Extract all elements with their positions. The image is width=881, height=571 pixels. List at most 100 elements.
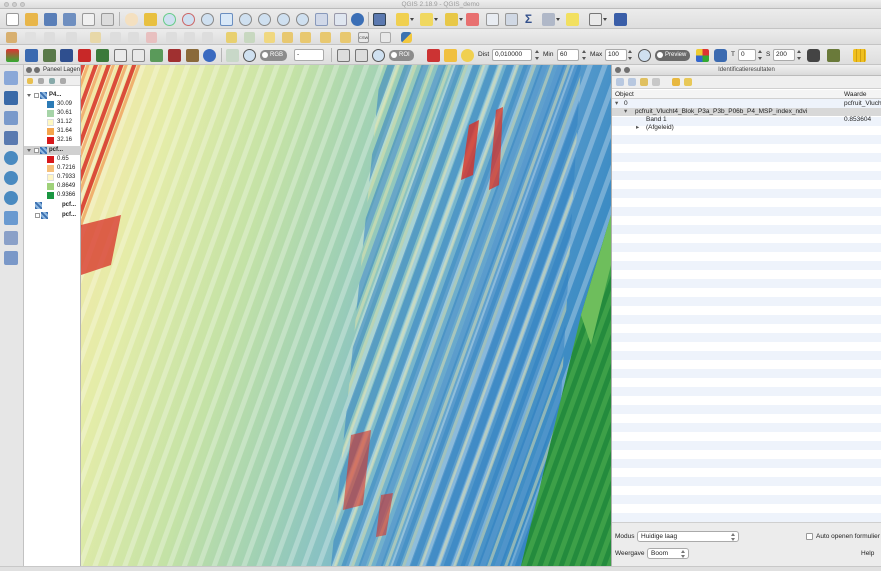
node-tool-icon[interactable] xyxy=(110,32,121,43)
pan-icon[interactable] xyxy=(125,13,138,26)
pan-to-selection-icon[interactable] xyxy=(144,13,157,26)
add-wms-icon[interactable] xyxy=(4,151,18,165)
undo-icon[interactable] xyxy=(202,32,213,43)
import-icon[interactable] xyxy=(60,49,73,62)
map-tips-icon[interactable] xyxy=(566,13,579,26)
max-field[interactable]: 100 xyxy=(605,49,627,61)
open-icon[interactable] xyxy=(25,13,38,26)
paste-features-icon[interactable] xyxy=(184,32,195,43)
new-layer-icon[interactable] xyxy=(4,251,18,265)
print-composer-icon[interactable] xyxy=(82,13,95,26)
roi-toggle[interactable]: ROI xyxy=(389,50,414,61)
preview-toggle[interactable]: Preview xyxy=(655,50,691,61)
text-annotation-icon[interactable] xyxy=(589,13,602,26)
settings-icon[interactable] xyxy=(43,49,56,62)
min-field[interactable]: 60 xyxy=(557,49,579,61)
expand-tree-icon[interactable] xyxy=(616,78,624,86)
deselect-all-icon[interactable] xyxy=(466,13,479,26)
zoom-selection-icon[interactable] xyxy=(220,13,233,26)
view-select[interactable]: Boom xyxy=(647,548,689,559)
layer-visibility-checkbox[interactable] xyxy=(35,213,40,218)
redo-icon[interactable] xyxy=(427,49,440,62)
roi-pointer-icon[interactable] xyxy=(355,49,368,62)
zoom-next-icon[interactable] xyxy=(296,13,309,26)
value-column-header[interactable]: Waarde xyxy=(844,90,867,99)
save-as-icon[interactable] xyxy=(63,13,76,26)
refresh-icon[interactable] xyxy=(351,13,364,26)
label-pin-icon[interactable] xyxy=(244,32,255,43)
dist-field[interactable]: 0,010000 xyxy=(492,49,532,61)
add-spatialite-icon[interactable] xyxy=(4,131,18,145)
zoom-full-icon[interactable] xyxy=(201,13,214,26)
cut-features-icon[interactable] xyxy=(146,32,157,43)
dist-stepper-icon[interactable] xyxy=(535,49,540,61)
new-shapefile-icon[interactable] xyxy=(4,231,18,245)
auto-open-form-checkbox[interactable] xyxy=(806,533,813,540)
add-postgis-icon[interactable] xyxy=(4,111,18,125)
t-field[interactable]: 0 xyxy=(738,49,756,61)
s-field[interactable]: 200 xyxy=(773,49,795,61)
csw-icon[interactable]: CSW xyxy=(358,32,369,43)
preview-zoom-icon[interactable] xyxy=(638,49,651,62)
clear-results-icon[interactable] xyxy=(652,78,660,86)
python-icon[interactable] xyxy=(401,32,412,43)
layer-style-icon[interactable] xyxy=(6,49,19,62)
roi-zoom-in-icon[interactable] xyxy=(372,49,385,62)
label-change-icon[interactable] xyxy=(320,32,331,43)
plot-icon[interactable] xyxy=(114,49,127,62)
color-icon[interactable] xyxy=(696,49,709,62)
edit-pencil-icon[interactable] xyxy=(6,32,17,43)
layer-style-panel-icon[interactable] xyxy=(27,78,33,84)
collapse-icon[interactable]: ▾ xyxy=(624,108,627,116)
min-stepper-icon[interactable] xyxy=(582,49,587,61)
magnet-icon[interactable] xyxy=(714,49,727,62)
result-row-band[interactable]: Band 1 0.853604 xyxy=(612,116,881,124)
save-icon[interactable] xyxy=(44,13,57,26)
add-wcs-icon[interactable] xyxy=(4,171,18,185)
export-icon[interactable] xyxy=(78,49,91,62)
label-move-icon[interactable] xyxy=(282,32,293,43)
layer-item[interactable]: pcf... xyxy=(24,211,81,220)
float-panel-icon[interactable] xyxy=(34,67,40,73)
copy-feature-icon[interactable] xyxy=(672,78,680,86)
select-by-value-icon[interactable] xyxy=(420,13,433,26)
close-panel-icon[interactable] xyxy=(26,67,32,73)
result-row-layer[interactable]: ▾ pcfruit_Vlucht4_Blok_P3a_P3b_P06b_P4_M… xyxy=(612,108,881,116)
cut-icon[interactable] xyxy=(168,49,181,62)
expand-all-icon[interactable] xyxy=(60,78,66,84)
zoom-native-icon[interactable] xyxy=(258,13,271,26)
layer-visibility-checkbox[interactable] xyxy=(34,93,39,98)
roi-polygon-icon[interactable] xyxy=(337,49,350,62)
composer-manager-icon[interactable] xyxy=(101,13,114,26)
identify-icon[interactable] xyxy=(373,13,386,26)
database-icon[interactable] xyxy=(807,49,820,62)
result-row-derived[interactable]: ▸ (Afgeleid) xyxy=(612,124,881,132)
layer-visibility-checkbox[interactable] xyxy=(34,148,39,153)
filter-icon[interactable] xyxy=(49,78,55,84)
map-canvas[interactable] xyxy=(81,65,611,566)
identify-results-tree[interactable]: Object Waarde ▾ 0 pcfruit_Vlucht ▾ pcfru… xyxy=(612,90,881,522)
classify-icon[interactable] xyxy=(150,49,163,62)
metasearch-icon[interactable] xyxy=(380,32,391,43)
move-feature-icon[interactable] xyxy=(90,32,101,43)
collapse-icon[interactable]: ▾ xyxy=(615,100,618,108)
label-rotate-icon[interactable] xyxy=(300,32,311,43)
gear-icon[interactable] xyxy=(203,49,216,62)
grid-icon[interactable] xyxy=(853,49,866,62)
zoom-last-icon[interactable] xyxy=(277,13,290,26)
add-group-icon[interactable] xyxy=(38,78,44,84)
save-edits-icon[interactable] xyxy=(44,32,55,43)
map-window-icon[interactable] xyxy=(334,13,347,26)
help-button[interactable]: Help xyxy=(861,548,874,560)
expand-new-results-icon[interactable] xyxy=(640,78,648,86)
zoom-to-roi-icon[interactable] xyxy=(243,49,256,62)
label-icon[interactable] xyxy=(226,32,237,43)
print-results-icon[interactable] xyxy=(684,78,692,86)
add-csv-icon[interactable] xyxy=(4,211,18,225)
expand-icon[interactable] xyxy=(27,94,31,97)
add-vector-icon[interactable] xyxy=(4,71,18,85)
rgb-toggle[interactable]: RGB xyxy=(260,50,288,61)
t-stepper-icon[interactable] xyxy=(758,49,763,61)
attribute-table-icon[interactable] xyxy=(486,13,499,26)
layer-item-selected[interactable]: pcf... xyxy=(24,146,81,155)
